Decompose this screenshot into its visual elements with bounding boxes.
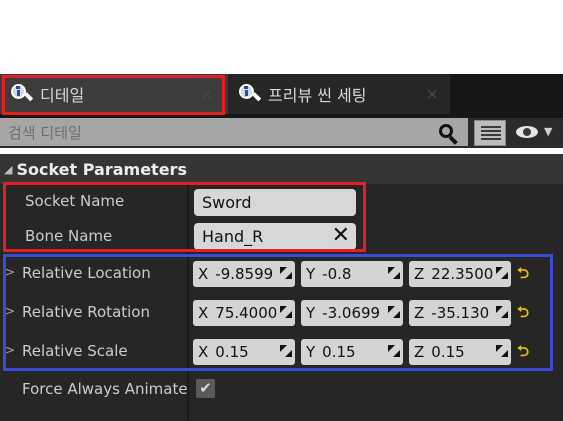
details-magnifier-icon [238,83,262,105]
force-always-animated-label: Force Always Animate [22,380,187,398]
search-input[interactable]: 검색 디테일 [0,118,468,146]
force-always-animated-checkbox[interactable]: ✔ [196,379,215,398]
transform-fields-highlight-box [3,254,553,371]
search-placeholder: 검색 디테일 [8,123,82,142]
category-socket-parameters[interactable]: ◢ Socket Parameters [0,154,563,184]
name-fields-highlight-box [3,182,366,252]
visibility-eye-icon[interactable] [516,124,538,140]
collapse-arrow-icon[interactable]: ◢ [4,163,12,176]
tab-preview-close-icon[interactable]: × [426,85,439,103]
view-options-grid-icon[interactable] [474,120,506,146]
dropdown-caret-icon[interactable]: ▼ [544,125,552,138]
tab-preview-scene-settings[interactable]: 프리뷰 씬 세팅 × [228,74,450,114]
tab-preview-label: 프리뷰 씬 세팅 [268,86,367,105]
tab-highlight-box [2,75,225,115]
search-icon[interactable] [437,122,461,145]
category-title: Socket Parameters [16,159,187,179]
